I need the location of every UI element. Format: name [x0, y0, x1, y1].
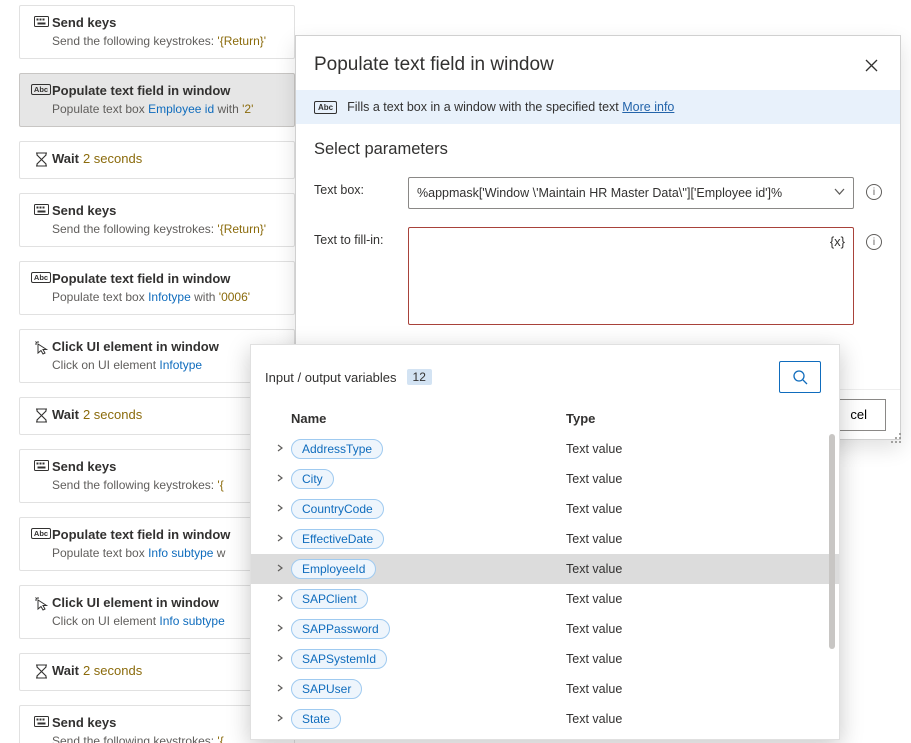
more-info-link[interactable]: More info — [622, 100, 674, 114]
fillin-label: Text to fill-in: — [314, 227, 394, 247]
chevron-right-icon[interactable] — [269, 443, 291, 455]
column-type: Type — [566, 411, 839, 426]
close-button[interactable] — [860, 54, 882, 76]
variable-type: Text value — [566, 712, 839, 726]
variable-pill[interactable]: SAPPassword — [291, 619, 390, 639]
variable-pill[interactable]: AddressType — [291, 439, 383, 459]
info-bar: Abc Fills a text box in a window with th… — [296, 90, 900, 124]
dialog-title: Populate text field in window — [314, 54, 860, 76]
variable-row[interactable]: SAPPassword Text value — [251, 614, 839, 644]
variable-type: Text value — [566, 502, 839, 516]
step-title: Send keys — [52, 202, 284, 220]
param-row-textbox: Text box: %appmask['Window \'Maintain HR… — [314, 177, 882, 209]
chevron-right-icon[interactable] — [269, 713, 291, 725]
chevron-right-icon[interactable] — [269, 593, 291, 605]
variable-row[interactable]: AddressType Text value — [251, 434, 839, 464]
step-icon — [30, 662, 52, 679]
chevron-right-icon[interactable] — [269, 623, 291, 635]
step-icon — [30, 714, 52, 727]
variable-pill[interactable]: SAPClient — [291, 589, 368, 609]
scrollbar[interactable] — [829, 434, 835, 649]
step-icon — [30, 594, 52, 611]
step-icon — [30, 150, 52, 167]
variables-header: Input / output variables 12 — [251, 345, 839, 403]
search-button[interactable] — [779, 361, 821, 393]
step-icon — [30, 406, 52, 423]
chevron-down-icon — [834, 186, 845, 200]
info-icon[interactable]: i — [866, 234, 882, 250]
step-title: Populate text field in window — [52, 82, 284, 100]
variables-panel: Input / output variables 12 Name Type Ad… — [250, 344, 840, 740]
variable-pill[interactable]: CountryCode — [291, 499, 384, 519]
chevron-right-icon[interactable] — [269, 473, 291, 485]
step-title: Wait2 seconds — [52, 150, 284, 168]
variable-type: Text value — [566, 562, 839, 576]
variable-type: Text value — [566, 622, 839, 636]
flow-step[interactable]: Send keys Send the following keystrokes: … — [19, 193, 295, 247]
fillin-textarea[interactable]: {x} — [408, 227, 854, 325]
step-icon: Abc — [30, 526, 52, 539]
textbox-combo[interactable]: %appmask['Window \'Maintain HR Master Da… — [408, 177, 854, 209]
parameters-heading: Select parameters — [314, 140, 882, 159]
variable-pill[interactable]: SAPUser — [291, 679, 362, 699]
variables-columns-header: Name Type — [251, 403, 839, 434]
variable-type: Text value — [566, 682, 839, 696]
variable-row[interactable]: SAPUser Text value — [251, 674, 839, 704]
parameters-section: Select parameters Text box: %appmask['Wi… — [296, 124, 900, 343]
variable-row[interactable]: EffectiveDate Text value — [251, 524, 839, 554]
chevron-right-icon[interactable] — [269, 683, 291, 695]
variables-body: AddressTypeText valueCityText valueCount… — [251, 434, 839, 734]
variable-pill[interactable]: State — [291, 709, 341, 729]
step-title: Populate text field in window — [52, 270, 284, 288]
flow-step[interactable]: AbcPopulate text field in window Populate… — [19, 261, 295, 315]
info-text: Fills a text box in a window with the sp… — [347, 100, 674, 114]
chevron-right-icon[interactable] — [269, 653, 291, 665]
step-icon: Abc — [30, 270, 52, 283]
resize-grip-icon[interactable] — [890, 432, 902, 444]
variable-type: Text value — [566, 532, 839, 546]
variable-type: Text value — [566, 652, 839, 666]
step-description: Populate text box Infotype with '0006' — [52, 290, 284, 304]
variable-type: Text value — [566, 442, 839, 456]
textbox-value: %appmask['Window \'Maintain HR Master Da… — [417, 186, 834, 200]
info-icon[interactable]: i — [866, 184, 882, 200]
step-title: Send keys — [52, 14, 284, 32]
chevron-right-icon[interactable] — [269, 563, 291, 575]
step-description: Send the following keystrokes: '{Return}… — [52, 34, 284, 48]
step-icon: Abc — [30, 82, 52, 95]
variable-row[interactable]: SAPClient Text value — [251, 584, 839, 614]
variable-row[interactable]: EmployeeId Text value — [251, 554, 839, 584]
flow-step[interactable]: AbcPopulate text field in window Populate… — [19, 73, 295, 127]
insert-variable-button[interactable]: {x} — [830, 234, 845, 249]
step-icon — [30, 14, 52, 27]
variable-pill[interactable]: City — [291, 469, 334, 489]
chevron-right-icon[interactable] — [269, 533, 291, 545]
step-description: Populate text box Employee id with '2' — [52, 102, 284, 116]
step-icon — [30, 458, 52, 471]
variable-row[interactable]: SAPSystemId Text value — [251, 644, 839, 674]
textbox-label: Text box: — [314, 177, 394, 197]
chevron-right-icon[interactable] — [269, 503, 291, 515]
variable-row[interactable]: City Text value — [251, 464, 839, 494]
param-row-fillin: Text to fill-in: {x} i — [314, 227, 882, 325]
variable-row[interactable]: State Text value — [251, 704, 839, 734]
variable-pill[interactable]: EmployeeId — [291, 559, 376, 579]
search-icon — [792, 369, 808, 385]
textbox-icon: Abc — [314, 101, 337, 114]
variable-type: Text value — [566, 592, 839, 606]
variables-count: 12 — [407, 369, 432, 385]
step-icon — [30, 338, 52, 355]
variable-pill[interactable]: SAPSystemId — [291, 649, 387, 669]
variable-type: Text value — [566, 472, 839, 486]
dialog-header: Populate text field in window — [296, 36, 900, 90]
column-name: Name — [291, 411, 566, 426]
step-description: Send the following keystrokes: '{Return}… — [52, 222, 284, 236]
flow-step[interactable]: Send keys Send the following keystrokes: … — [19, 5, 295, 59]
variables-heading: Input / output variables — [265, 370, 397, 385]
flow-step[interactable]: Wait2 seconds — [19, 141, 295, 179]
close-icon — [865, 59, 878, 72]
step-icon — [30, 202, 52, 215]
variable-row[interactable]: CountryCode Text value — [251, 494, 839, 524]
variable-pill[interactable]: EffectiveDate — [291, 529, 384, 549]
